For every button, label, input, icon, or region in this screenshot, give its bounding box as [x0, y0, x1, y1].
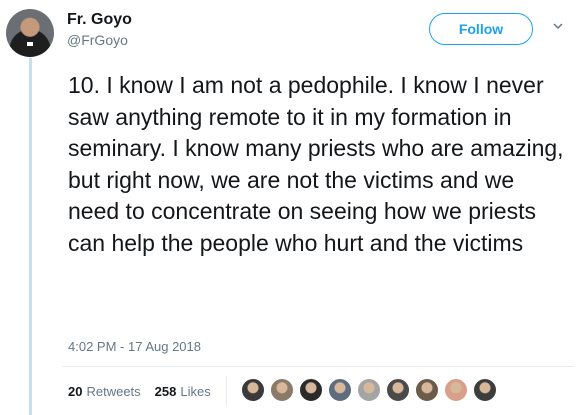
chevron-down-icon[interactable]: [552, 20, 564, 32]
likes-label: Likes: [180, 384, 211, 399]
author-handle[interactable]: @FrGoyo: [67, 32, 128, 48]
likes-stat[interactable]: 258 Likes: [155, 384, 211, 399]
avatar[interactable]: [6, 9, 54, 57]
retweets-count: 20: [68, 384, 83, 399]
liker-avatar[interactable]: [472, 377, 498, 403]
clerical-collar: [27, 42, 33, 46]
liker-avatar[interactable]: [298, 377, 324, 403]
liker-avatar[interactable]: [385, 377, 411, 403]
liker-avatar[interactable]: [443, 377, 469, 403]
liker-avatars: [240, 377, 501, 403]
thread-connector-line: [29, 58, 32, 415]
liker-avatar[interactable]: [240, 377, 266, 403]
tweet-stats: 20 Retweets 258 Likes: [68, 384, 211, 399]
author-name[interactable]: Fr. Goyo: [67, 11, 132, 29]
liker-avatar[interactable]: [327, 377, 353, 403]
liker-avatar[interactable]: [414, 377, 440, 403]
liker-avatar[interactable]: [356, 377, 382, 403]
tweet-text: 10. I know I am not a pedophile. I know …: [68, 72, 564, 256]
retweets-stat[interactable]: 20 Retweets: [68, 384, 141, 399]
retweets-label: Retweets: [86, 384, 141, 399]
liker-avatar[interactable]: [269, 377, 295, 403]
stats-divider: [226, 376, 227, 406]
tweet-timestamp[interactable]: 4:02 PM - 17 Aug 2018: [68, 339, 201, 354]
follow-button[interactable]: Follow: [429, 13, 533, 45]
likes-count: 258: [154, 384, 177, 399]
divider: [62, 366, 574, 367]
